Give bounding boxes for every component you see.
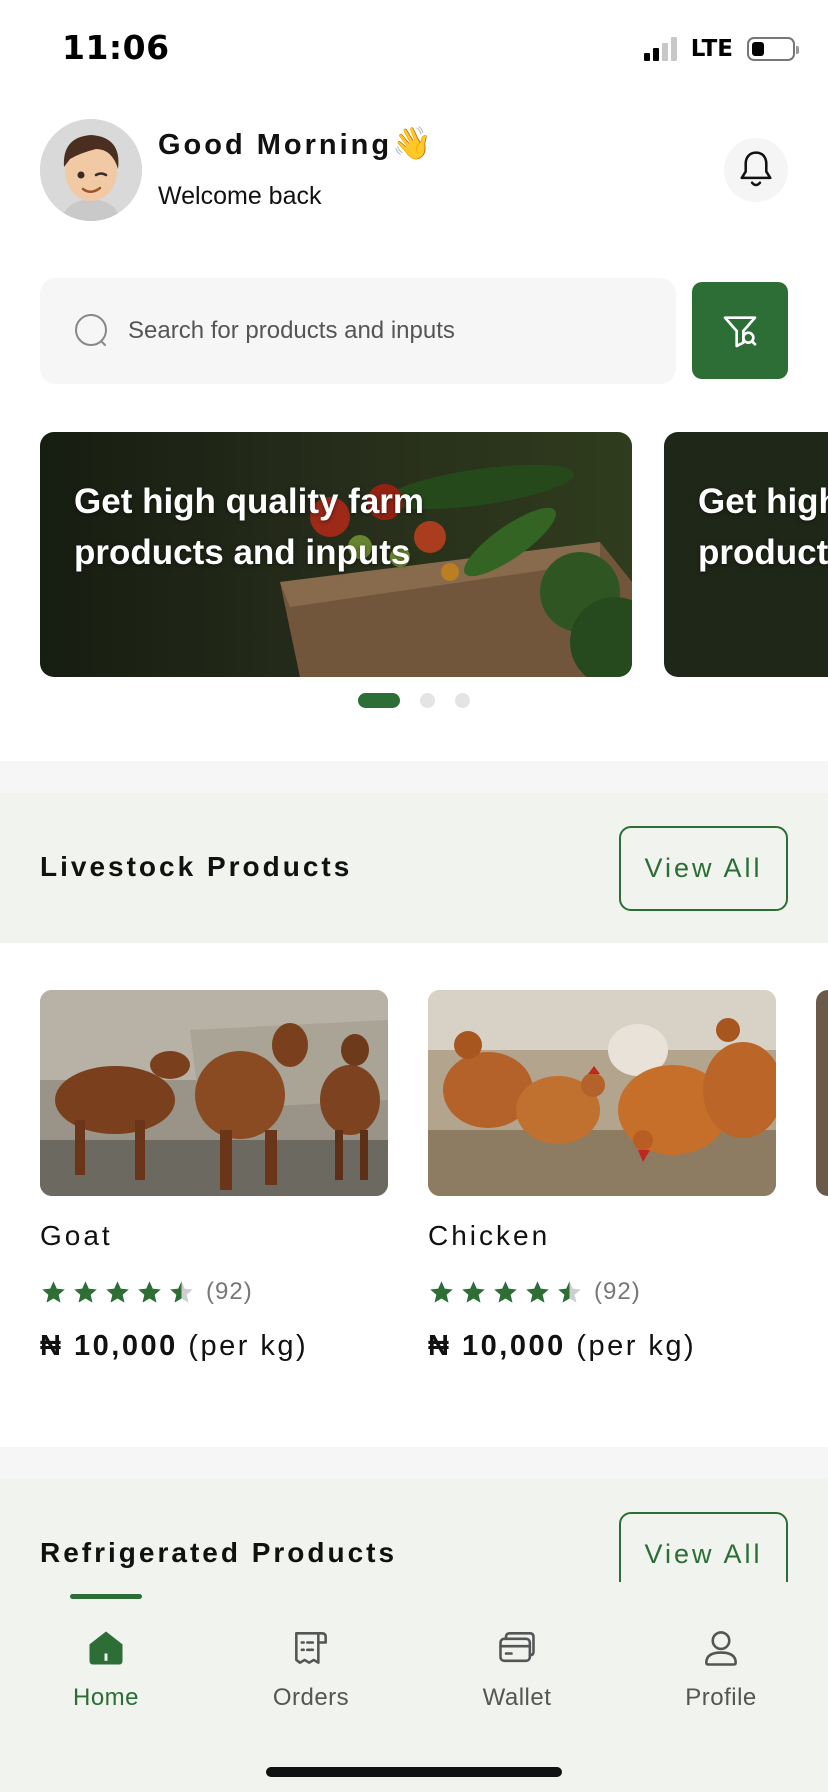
active-tab-indicator <box>70 1594 142 1599</box>
product-image <box>40 990 388 1196</box>
star-icon <box>526 1280 549 1303</box>
bottom-nav: Home Orders Wallet Profile <box>0 1582 828 1792</box>
star-icon <box>494 1280 517 1303</box>
star-icon <box>106 1280 129 1303</box>
profile-icon <box>705 1631 737 1666</box>
orders-icon <box>295 1632 327 1664</box>
product-card-peek[interactable] <box>816 990 828 1196</box>
carousel-dot[interactable] <box>420 693 435 708</box>
nav-label: Orders <box>272 1684 350 1711</box>
rating-count: (92) <box>206 1278 253 1305</box>
section-title: Refrigerated Products <box>40 1537 398 1568</box>
star-icon <box>462 1280 485 1303</box>
star-icon <box>74 1280 97 1303</box>
bell-icon <box>740 151 772 187</box>
search-input[interactable]: Search for products and inputs <box>40 278 676 384</box>
product-price: ₦ 10,000 (per kg) <box>40 1330 388 1363</box>
star-icon <box>42 1280 65 1303</box>
price-unit: (per kg) <box>188 1330 309 1362</box>
product-name: Goat <box>40 1220 113 1251</box>
welcome-subtitle: Welcome back <box>158 182 322 210</box>
status-time: 11:06 <box>62 28 170 67</box>
nav-profile[interactable]: Profile <box>651 1626 791 1712</box>
search-placeholder: Search for products and inputs <box>128 317 455 344</box>
star-icon <box>430 1280 453 1303</box>
avatar[interactable] <box>40 119 142 221</box>
price-unit: (per kg) <box>576 1330 697 1362</box>
banner-text: Get high quality farm products and input… <box>74 482 425 572</box>
wave-icon: 👋 <box>392 125 432 161</box>
search-icon <box>74 313 110 349</box>
product-card[interactable]: Goat (92) ₦ 10,000 (per kg) <box>40 990 388 1363</box>
carousel-dot-active[interactable] <box>358 693 400 708</box>
star-half-icon <box>170 1280 193 1303</box>
promo-banner-next[interactable]: Get high quality farm products and input… <box>664 432 828 677</box>
product-price: ₦ 10,000 (per kg) <box>428 1330 776 1363</box>
rating-stars: (92) <box>40 1278 388 1306</box>
nav-label: Wallet <box>482 1684 552 1711</box>
network-label: LTE <box>690 36 733 62</box>
wallet-icon <box>499 1632 535 1663</box>
product-image <box>428 990 776 1196</box>
filter-icon <box>723 315 757 347</box>
rating-count: (92) <box>594 1278 641 1305</box>
currency-symbol: ₦ <box>40 1330 64 1362</box>
view-all-button[interactable]: View All <box>619 826 788 911</box>
price-value: 10,000 <box>74 1330 178 1362</box>
home-indicator <box>266 1767 562 1777</box>
filter-button[interactable] <box>692 282 788 379</box>
section-title: Livestock Products <box>40 851 353 882</box>
status-indicators: LTE <box>643 36 799 62</box>
price-value: 10,000 <box>462 1330 566 1362</box>
promo-banner[interactable]: Get high quality farm products and input… <box>40 432 632 677</box>
nav-label: Profile <box>685 1684 757 1711</box>
carousel-indicator <box>358 693 470 708</box>
nav-home[interactable]: Home <box>36 1626 176 1712</box>
section-divider <box>0 761 828 793</box>
product-card[interactable]: Chicken (92) ₦ 10,000 (per kg) <box>428 990 776 1363</box>
greeting-text: Good Morning <box>158 129 393 161</box>
nav-orders[interactable]: Orders <box>241 1626 381 1712</box>
star-half-icon <box>558 1280 581 1303</box>
banner-text: Get high quality farm products and input… <box>698 482 828 572</box>
notifications-button[interactable] <box>724 138 788 202</box>
star-icon <box>138 1280 161 1303</box>
rating-stars: (92) <box>428 1278 776 1306</box>
nav-wallet[interactable]: Wallet <box>447 1626 587 1712</box>
currency-symbol: ₦ <box>428 1330 452 1362</box>
product-name: Chicken <box>428 1220 551 1251</box>
battery-icon <box>747 37 799 61</box>
section-divider <box>0 1447 828 1479</box>
carousel-dot[interactable] <box>455 693 470 708</box>
status-bar: 11:06 LTE <box>0 0 828 100</box>
greeting-title: Good Morning👋 <box>158 124 432 162</box>
signal-icon <box>643 37 677 61</box>
home-icon <box>89 1631 123 1665</box>
nav-label: Home <box>72 1684 140 1711</box>
